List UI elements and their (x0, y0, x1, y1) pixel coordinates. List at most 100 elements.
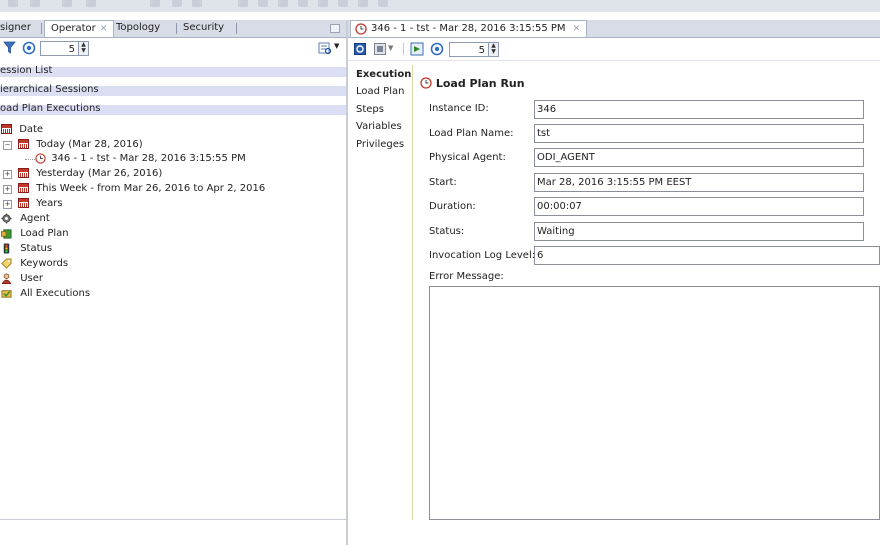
load-plan-name-field[interactable]: tst (534, 124, 864, 143)
divider (0, 519, 346, 520)
section-title-label: Load Plan Run (435, 77, 525, 90)
close-icon[interactable]: ✕ (100, 24, 108, 34)
side-tab-load-plan[interactable]: Load Plan (356, 84, 404, 100)
toolbar-icon[interactable] (338, 0, 348, 7)
tree-node-this-week[interactable]: This Week - from Mar 26, 2016 to Apr 2, … (18, 182, 265, 196)
toolbar-gap (0, 12, 880, 20)
side-tab-execution[interactable]: Execution (356, 67, 412, 83)
tab-label: 346 - 1 - tst - Mar 28, 2016 3:15:55 PM (371, 23, 566, 34)
pane-splitter[interactable] (346, 20, 348, 545)
tree-node-label: 346 - 1 - tst - Mar 28, 2016 3:15:55 PM (51, 153, 246, 164)
tree-node-label: Yesterday (Mar 26, 2016) (36, 168, 163, 179)
tab-operator[interactable]: Operator ✕ (44, 20, 115, 37)
toolbar-divider (403, 43, 404, 55)
toolbar-icon[interactable] (258, 0, 268, 7)
find-icon[interactable] (318, 41, 332, 55)
toolbar-icon[interactable] (62, 0, 72, 7)
instance-id-label: Instance ID: (429, 103, 489, 114)
toolbar-icon[interactable] (172, 0, 182, 7)
toolbar-icon[interactable] (358, 0, 368, 7)
toolbar-icon[interactable] (8, 0, 18, 7)
chevron-down-icon[interactable]: ▼ (334, 42, 339, 50)
tree-node-load-plan[interactable]: Load Plan (1, 227, 69, 241)
tab-designer-label: signer (0, 22, 31, 33)
toolbar-icon[interactable] (30, 0, 40, 7)
tree-node-label: This Week - from Mar 26, 2016 to Apr 2, … (36, 183, 266, 194)
tree-node-date[interactable]: Date (0, 123, 43, 137)
tree-node-label: Years (36, 198, 63, 209)
tab-security[interactable]: Security (177, 20, 230, 36)
side-tab-variables[interactable]: Variables (356, 119, 402, 135)
refresh-count-input[interactable]: 5 (40, 41, 79, 56)
instance-id-field[interactable]: 346 (534, 100, 864, 119)
tree-node-label: Agent (20, 213, 50, 224)
side-tab-steps[interactable]: Steps (356, 102, 384, 118)
restart-icon[interactable] (410, 42, 424, 56)
tree-node-user[interactable]: User (1, 272, 43, 286)
close-icon[interactable]: ✕ (573, 24, 581, 34)
side-tab-privileges[interactable]: Privileges (356, 137, 404, 153)
navigator-toolbar: 5 ▲ ▼ ▼ (0, 38, 346, 60)
maximize-icon[interactable] (330, 24, 340, 33)
accordion-hierarchical-sessions[interactable]: ierarchical Sessions (0, 84, 99, 95)
calendar-icon (18, 168, 29, 178)
auto-refresh-icon[interactable] (430, 42, 444, 56)
tab-security-label: Security (183, 22, 225, 33)
invocation-log-level-label: Invocation Log Level: (429, 250, 536, 261)
calendar-icon (18, 198, 29, 208)
start-field[interactable]: Mar 28, 2016 3:15:55 PM EEST (534, 173, 864, 192)
editor-side-tabs: Execution Load Plan Steps Variables Priv… (352, 65, 413, 520)
tree-node-yesterday[interactable]: Yesterday (Mar 26, 2016) (18, 167, 162, 181)
refresh-count-stepper[interactable]: ▲ ▼ (489, 42, 499, 57)
expand-icon[interactable]: + (3, 170, 12, 179)
gear-icon (1, 212, 12, 224)
toolbar-icon[interactable] (278, 0, 288, 7)
refresh-count-input[interactable]: 5 (449, 42, 489, 57)
calendar-icon (18, 139, 29, 149)
clock-icon (420, 77, 432, 89)
calendar-icon (18, 183, 29, 193)
expand-icon[interactable]: + (3, 200, 12, 209)
auto-refresh-icon[interactable] (22, 41, 36, 55)
error-message-textarea[interactable] (429, 286, 880, 520)
toolbar-icon[interactable] (86, 0, 96, 7)
tree-node-agent[interactable]: Agent (1, 212, 50, 226)
tree-node-status[interactable]: Status (1, 242, 52, 256)
tab-topology-label: Topology (116, 22, 161, 33)
status-field[interactable]: Waiting (534, 222, 864, 241)
section-title: Load Plan Run (420, 77, 525, 90)
tab-operator-label: Operator (51, 23, 96, 34)
filter-icon[interactable] (3, 41, 16, 54)
duration-field[interactable]: 00:00:07 (534, 197, 864, 216)
invocation-log-level-field[interactable]: 6 (534, 246, 880, 265)
clock-icon (35, 152, 46, 164)
stop-icon[interactable] (374, 43, 386, 55)
physical-agent-field[interactable]: ODI_AGENT (534, 148, 864, 167)
toolbar-icon[interactable] (298, 0, 308, 7)
tree-node-all-executions[interactable]: All Executions (1, 287, 90, 301)
tree-node-label: User (20, 273, 43, 284)
tree-node-label: Date (19, 124, 44, 135)
refresh-icon[interactable] (354, 43, 366, 55)
editor-tab-bar: 346 - 1 - tst - Mar 28, 2016 3:15:55 PM … (348, 20, 880, 38)
tab-designer[interactable]: signer (0, 20, 37, 36)
accordion-session-list[interactable]: ession List (0, 65, 52, 76)
toolbar-icon[interactable] (238, 0, 248, 7)
toolbar-icon[interactable] (192, 0, 202, 7)
refresh-count-stepper[interactable]: ▲ ▼ (79, 41, 89, 56)
tree-connector (25, 159, 35, 161)
toolbar-icon[interactable] (150, 0, 160, 7)
chevron-down-icon[interactable]: ▼ (388, 44, 393, 52)
tab-topology[interactable]: Topology (110, 20, 166, 36)
tree-node-years[interactable]: Years (18, 197, 63, 211)
collapse-icon[interactable]: − (3, 141, 12, 150)
accordion-load-plan-executions[interactable]: oad Plan Executions (0, 103, 101, 114)
toolbar-icon[interactable] (378, 0, 388, 7)
expand-icon[interactable]: + (3, 185, 12, 194)
tree-node-keywords[interactable]: Keywords (1, 257, 68, 271)
duration-label: Duration: (429, 201, 476, 212)
tab-load-plan-run[interactable]: 346 - 1 - tst - Mar 28, 2016 3:15:55 PM … (350, 20, 588, 37)
toolbar-icon[interactable] (318, 0, 328, 7)
tree-node-load-plan-run[interactable]: 346 - 1 - tst - Mar 28, 2016 3:15:55 PM (35, 152, 246, 166)
tree-node-today[interactable]: Today (Mar 28, 2016) (18, 138, 143, 152)
